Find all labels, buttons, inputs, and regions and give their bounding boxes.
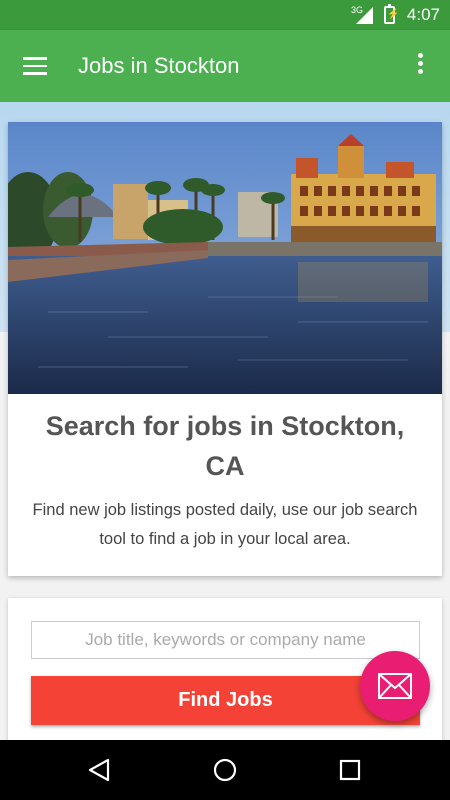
signal-icon (356, 7, 373, 24)
email-icon (378, 673, 412, 699)
page-title: Search for jobs in Stockton, CA (45, 411, 405, 481)
job-search-input[interactable] (31, 621, 420, 659)
battery-icon: ⚡ (384, 4, 399, 24)
hamburger-menu-icon[interactable] (23, 57, 47, 75)
stockton-waterfront-photo (8, 122, 442, 394)
email-fab-button[interactable] (360, 651, 430, 721)
page-description: Find new job listings posted daily, use … (32, 501, 418, 548)
hero-card: Search for jobs in Stockton, CA Find new… (8, 122, 442, 576)
more-vert-icon[interactable] (418, 53, 426, 79)
back-icon[interactable] (88, 758, 110, 782)
system-nav-bar (0, 740, 450, 800)
app-title: Jobs in Stockton (78, 53, 240, 78)
status-bar: 3G ⚡ 4:07 (0, 0, 450, 30)
clock: 4:07 (406, 5, 440, 24)
app-bar: Jobs in Stockton (0, 30, 450, 102)
recents-icon[interactable] (339, 759, 361, 781)
home-icon[interactable] (213, 758, 237, 782)
